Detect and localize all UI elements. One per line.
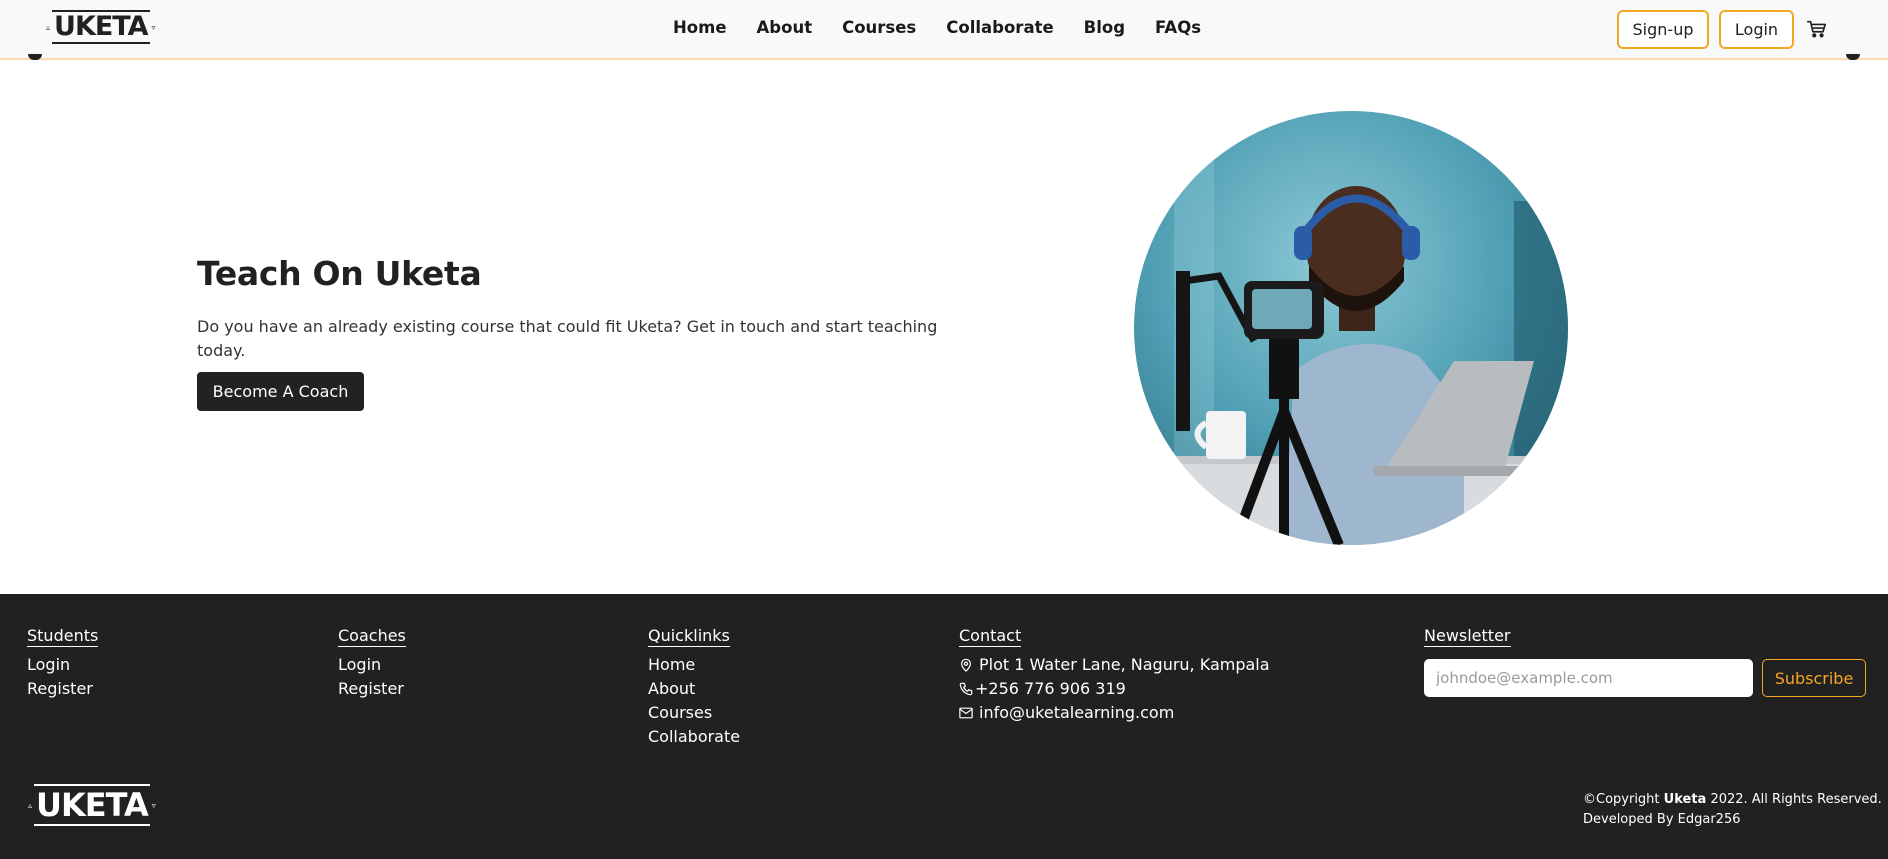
newsletter-email-input[interactable]: [1424, 659, 1753, 697]
subscribe-button[interactable]: Subscribe: [1762, 659, 1866, 697]
nav-collaborate[interactable]: Collaborate: [946, 16, 1053, 40]
footer-quicklink-courses[interactable]: Courses: [648, 701, 740, 725]
site-header: ▵ UKETA ▿ Home About Courses Collaborate…: [0, 0, 1888, 60]
logo-triangle-down-icon: ▿: [151, 22, 156, 32]
copyright-block: ©Copyright Uketa 2022. All Rights Reserv…: [1583, 790, 1882, 830]
copyright-line: ©Copyright Uketa 2022. All Rights Reserv…: [1583, 790, 1882, 810]
phone-icon: [959, 682, 973, 696]
developer-credit: Developed By Edgar256: [1583, 812, 1741, 827]
nav-faqs[interactable]: FAQs: [1155, 16, 1201, 40]
contact-phone-text[interactable]: +256 776 906 319: [975, 677, 1126, 701]
footer-newsletter-heading: Newsletter: [1424, 626, 1511, 647]
contact-email-text[interactable]: info@uketalearning.com: [979, 701, 1174, 725]
login-button[interactable]: Login: [1719, 10, 1794, 49]
signup-button[interactable]: Sign-up: [1617, 10, 1709, 49]
copyright-prefix: ©Copyright: [1583, 792, 1664, 807]
hero-title: Teach On Uketa: [197, 254, 482, 293]
footer-coaches-login-link[interactable]: Login: [338, 653, 406, 677]
copyright-brand: Uketa: [1663, 792, 1707, 807]
contact-address-text: Plot 1 Water Lane, Naguru, Kampala: [979, 655, 1270, 674]
footer-quicklink-collaborate[interactable]: Collaborate: [648, 725, 740, 749]
logo-triangle-up-icon: ▵: [46, 22, 51, 32]
contact-email: info@uketalearning.com: [959, 701, 1270, 725]
nav-courses[interactable]: Courses: [842, 16, 916, 40]
hero-image: [1134, 111, 1568, 545]
footer-newsletter-column: Newsletter: [1424, 626, 1511, 653]
footer-quicklink-home[interactable]: Home: [648, 653, 740, 677]
footer-coaches-heading: Coaches: [338, 626, 406, 647]
footer-contact-column: Contact Plot 1 Water Lane, Naguru, Kampa…: [959, 626, 1270, 725]
footer-students-login-link[interactable]: Login: [27, 653, 98, 677]
footer-quicklink-about[interactable]: About: [648, 677, 740, 701]
location-pin-icon: [961, 658, 971, 672]
footer-logo[interactable]: ▵ UKETA ▿: [26, 784, 158, 826]
copyright-suffix: 2022. All Rights Reserved.: [1706, 792, 1882, 807]
nav-about[interactable]: About: [757, 16, 813, 40]
footer-logo-text: UKETA: [34, 784, 150, 826]
footer-logo-triangle-down-icon: ▿: [151, 800, 156, 810]
nav-home[interactable]: Home: [673, 16, 727, 40]
envelope-icon: [959, 707, 973, 719]
footer-coaches-column: Coaches Login Register: [338, 626, 406, 701]
footer-students-heading: Students: [27, 626, 99, 647]
header-logo[interactable]: ▵ UKETA ▿: [44, 8, 158, 46]
footer-quicklinks-heading: Quicklinks: [648, 626, 730, 647]
become-coach-button[interactable]: Become A Coach: [197, 372, 364, 411]
footer-students-register-link[interactable]: Register: [27, 677, 98, 701]
logo-text: UKETA: [52, 10, 150, 44]
footer-quicklinks-column: Quicklinks Home About Courses Collaborat…: [648, 626, 740, 749]
hero-description: Do you have an already existing course t…: [197, 317, 938, 360]
contact-phone: +256 776 906 319: [959, 677, 1270, 701]
cart-icon[interactable]: [1806, 18, 1828, 40]
main-nav: Home About Courses Collaborate Blog FAQs: [673, 16, 1231, 40]
footer-contact-heading: Contact: [959, 626, 1022, 647]
contact-address: Plot 1 Water Lane, Naguru, Kampala: [959, 653, 1270, 677]
footer-students-column: Students Login Register: [27, 626, 99, 701]
footer-logo-triangle-up-icon: ▵: [28, 800, 33, 810]
nav-blog[interactable]: Blog: [1084, 16, 1125, 40]
site-footer: Students Login Register Coaches Login Re…: [0, 594, 1888, 859]
footer-coaches-register-link[interactable]: Register: [338, 677, 406, 701]
